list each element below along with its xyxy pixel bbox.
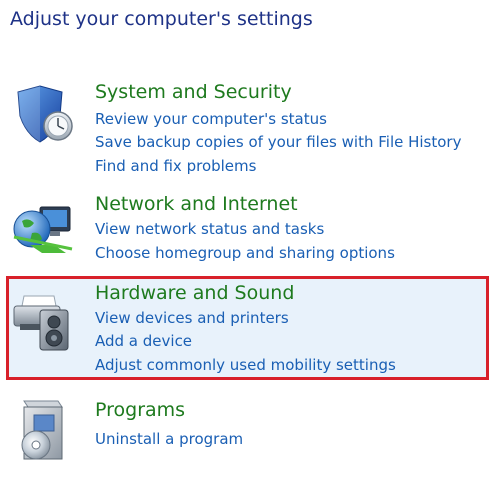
link-find-fix-problems[interactable]: Find and fix problems <box>95 157 256 175</box>
shield-icon <box>17 85 73 143</box>
printer-speaker-icon <box>13 295 69 351</box>
category-system-security: System and Security Review your computer… <box>10 80 490 180</box>
category-title-hardware-sound[interactable]: Hardware and Sound <box>95 282 294 304</box>
category-title-programs[interactable]: Programs <box>95 399 185 421</box>
page-title: Adjust your computer's settings <box>10 8 313 30</box>
globe-network-icon <box>13 206 73 253</box>
category-title-system-security[interactable]: System and Security <box>95 81 292 103</box>
link-add-device[interactable]: Add a device <box>95 332 192 350</box>
link-uninstall-program[interactable]: Uninstall a program <box>95 430 243 448</box>
link-homegroup-sharing[interactable]: Choose homegroup and sharing options <box>95 244 395 262</box>
link-mobility-settings[interactable]: Adjust commonly used mobility settings <box>95 356 396 374</box>
link-review-status[interactable]: Review your computer's status <box>95 110 327 128</box>
category-programs: Programs Uninstall a program <box>10 397 490 467</box>
programs-disc-icon <box>21 400 63 460</box>
category-title-network-internet[interactable]: Network and Internet <box>95 193 298 215</box>
link-network-status[interactable]: View network status and tasks <box>95 220 324 238</box>
link-file-history[interactable]: Save backup copies of your files with Fi… <box>95 133 461 151</box>
link-devices-printers[interactable]: View devices and printers <box>95 309 289 327</box>
category-network-internet: Network and Internet View network status… <box>10 191 490 271</box>
category-hardware-sound: Hardware and Sound View devices and prin… <box>10 280 490 376</box>
